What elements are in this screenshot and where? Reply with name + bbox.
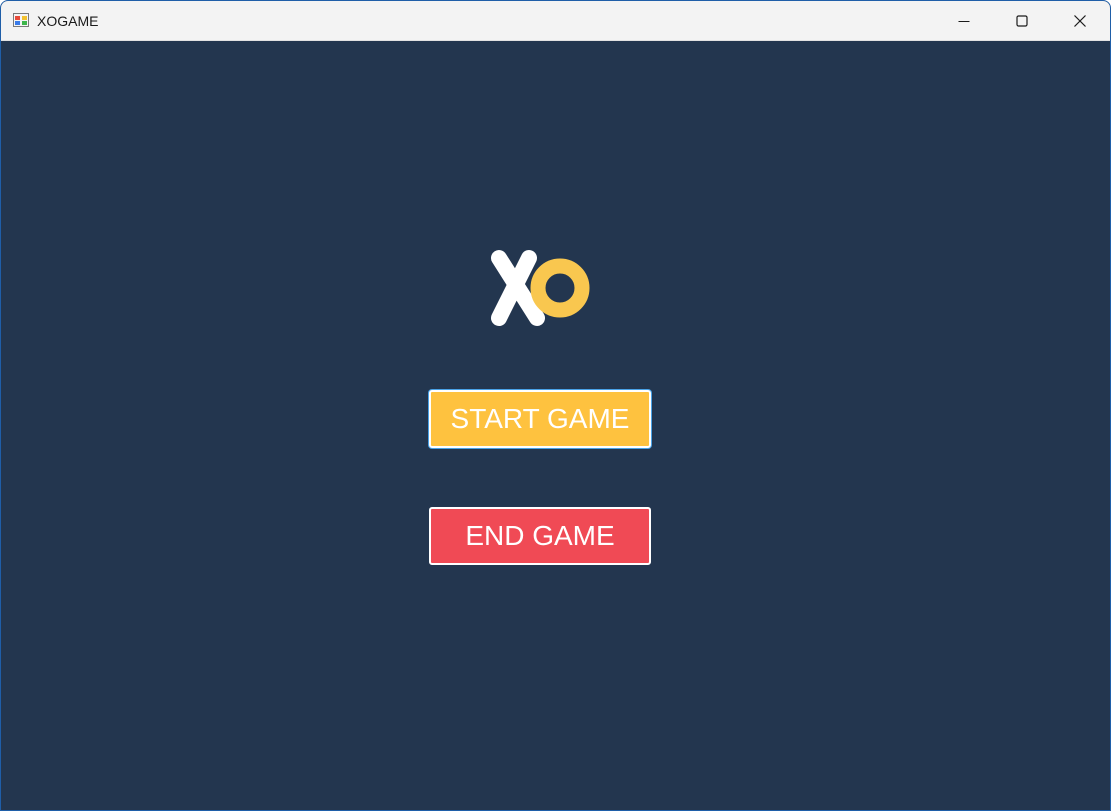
end-game-button[interactable]: END GAME xyxy=(429,507,651,565)
minimize-icon xyxy=(958,20,970,22)
maximize-button[interactable] xyxy=(993,1,1051,40)
app-window: XOGAME START GAME END GAME xyxy=(0,0,1111,811)
maximize-icon xyxy=(1016,14,1028,27)
xo-logo xyxy=(491,250,590,326)
start-game-button[interactable]: START GAME xyxy=(429,390,651,448)
close-icon xyxy=(1074,14,1086,27)
main-content: START GAME END GAME xyxy=(1,41,1110,810)
o-shape xyxy=(530,258,590,318)
title-bar[interactable]: XOGAME xyxy=(1,1,1110,41)
app-icon xyxy=(13,13,29,27)
window-title: XOGAME xyxy=(37,13,99,29)
close-button[interactable] xyxy=(1051,1,1109,40)
minimize-button[interactable] xyxy=(935,1,993,40)
